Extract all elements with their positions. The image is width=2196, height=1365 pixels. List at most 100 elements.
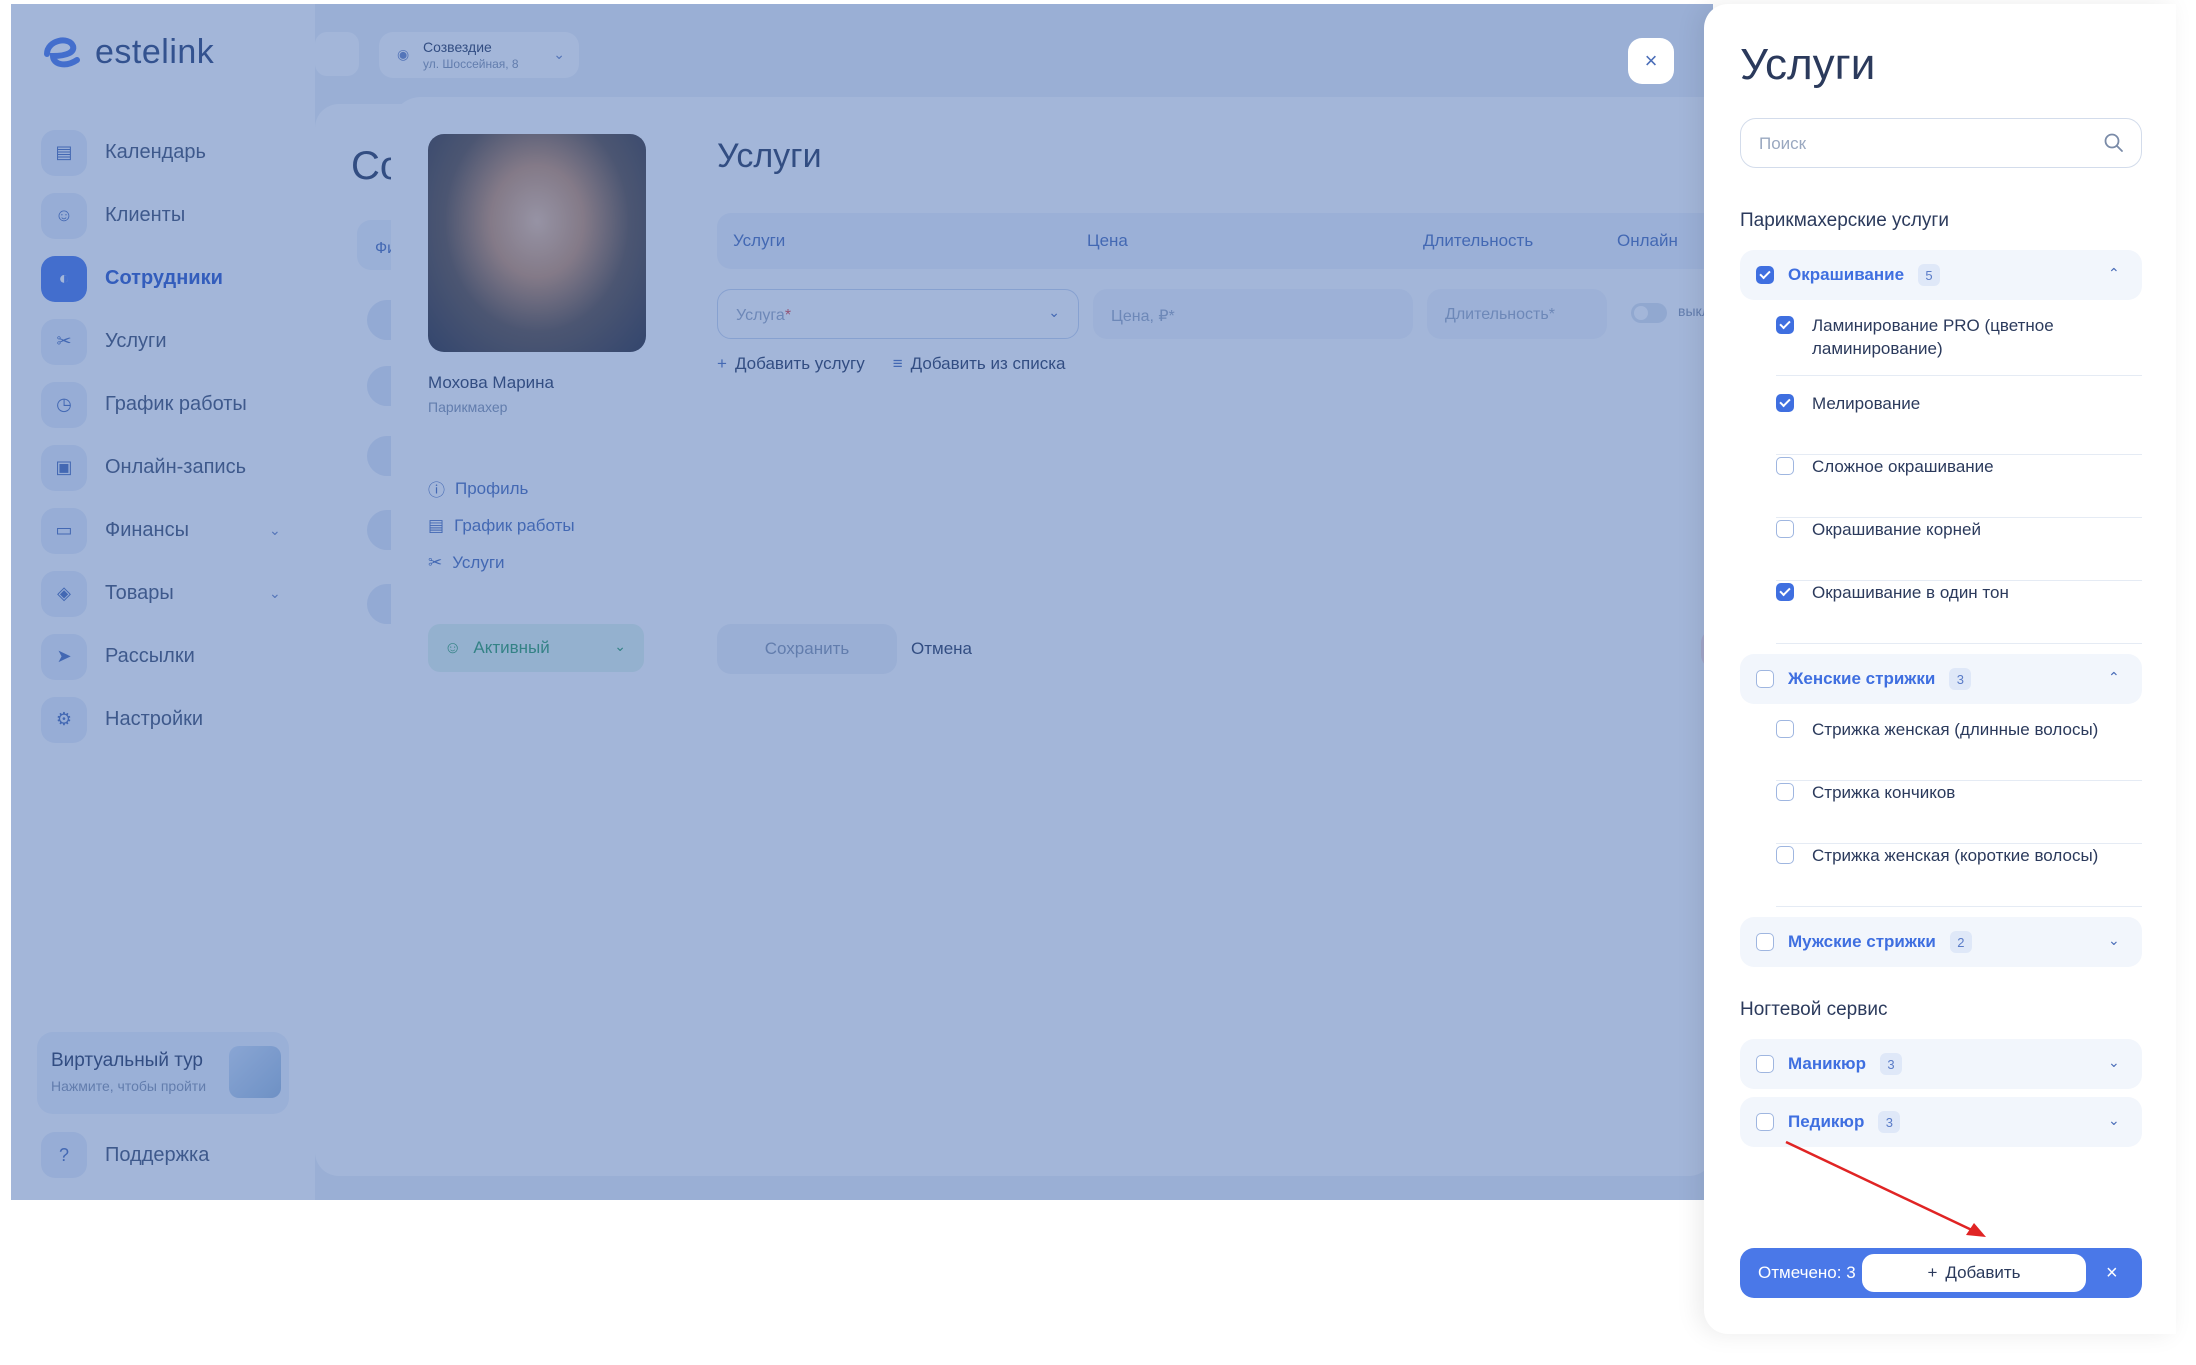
location-selector[interactable]: ◉ Созвездие ул. Шоссейная, 8 ⌄ — [379, 32, 579, 78]
add-button[interactable]: + Добавить — [1862, 1254, 2086, 1292]
services-table-header: Услуги Цена Длительность Онлайн — [717, 213, 1713, 269]
chevron-up-icon[interactable]: ⌃ — [2108, 265, 2124, 281]
menu-toggle-button[interactable] — [315, 32, 359, 76]
service-select[interactable]: Услуга* ⌄ — [717, 289, 1079, 339]
group-checkbox[interactable] — [1756, 1055, 1774, 1073]
sidebar-item[interactable]: ▤ Календарь — [37, 121, 297, 184]
duration-input[interactable]: Длительность* — [1427, 289, 1607, 339]
add-service-label: Добавить услугу — [734, 354, 865, 373]
clear-selection-icon[interactable]: × — [2106, 1262, 2118, 1285]
group-checkbox[interactable] — [1756, 266, 1774, 284]
chevron-down-icon[interactable]: ⌄ — [2108, 932, 2124, 948]
group-label: Маникюр — [1788, 1054, 1866, 1073]
sidebar-item[interactable]: ✂ Услуги — [37, 310, 297, 373]
item-checkbox[interactable] — [1776, 394, 1794, 412]
item-label: Мелирование — [1812, 394, 1921, 413]
service-item[interactable]: Стрижка женская (длинные волосы) — [1776, 718, 2142, 781]
sidebar-item-label: Календарь — [105, 141, 206, 163]
group-label: Педикюр — [1788, 1112, 1865, 1131]
sidebar-item[interactable]: ◈ Товары ⌄ — [37, 562, 297, 625]
close-icon: × — [1644, 48, 1658, 73]
sidebar-item[interactable]: ◐ Сотрудники — [37, 247, 297, 310]
sidebar-item[interactable]: ▣ Онлайн-запись — [37, 436, 297, 499]
group-checkbox[interactable] — [1756, 933, 1774, 951]
sidebar-item[interactable]: ☺ Клиенты — [37, 184, 297, 247]
item-checkbox[interactable] — [1776, 457, 1794, 475]
item-checkbox[interactable] — [1776, 846, 1794, 864]
chevron-down-icon: ⌄ — [269, 584, 281, 601]
item-checkbox[interactable] — [1776, 316, 1794, 334]
logo[interactable]: estelink — [39, 30, 214, 74]
item-checkbox[interactable] — [1776, 720, 1794, 738]
sidebar-item-label: Настройки — [105, 708, 204, 730]
sidebar-item-label: Сотрудники — [105, 267, 223, 289]
toggle-knob — [1634, 306, 1648, 320]
menu-item-services[interactable]: ✂ Услуги — [428, 544, 575, 581]
add-service-link[interactable]: + Добавить услугу — [717, 354, 865, 374]
save-button[interactable]: Сохранить — [717, 624, 897, 674]
menu-item-schedule[interactable]: ▤ График работы — [428, 507, 575, 544]
add-from-list-link[interactable]: ≡ Добавить из списка — [893, 354, 1066, 374]
chevron-down-icon: ⌄ — [553, 46, 565, 62]
add-from-list-label: Добавить из списка — [910, 354, 1066, 373]
count-badge: 2 — [1949, 931, 1972, 953]
service-group[interactable]: Мужские стрижки 2 ⌄ — [1740, 917, 2142, 967]
service-item[interactable]: Стрижка кончиков — [1776, 781, 2142, 844]
status-label: Активный — [473, 638, 550, 657]
item-label: Окрашивание в один тон — [1812, 583, 2009, 602]
sidebar-item-label: Клиенты — [105, 204, 186, 226]
service-group[interactable]: Окрашивание 5 ⌃ — [1740, 250, 2142, 300]
service-group[interactable]: Маникюр 3 ⌄ — [1740, 1039, 2142, 1089]
category-title: Парикмахерские услуги — [1740, 210, 1949, 231]
group-label: Мужские стрижки — [1788, 932, 1936, 951]
sidebar-item[interactable]: ▭ Финансы ⌄ — [37, 499, 297, 562]
group-checkbox[interactable] — [1756, 670, 1774, 688]
support-link[interactable]: ? Поддержка — [41, 1132, 209, 1178]
chevron-down-icon: ⌄ — [1048, 304, 1060, 320]
service-item[interactable]: Окрашивание корней — [1776, 518, 2142, 581]
service-item[interactable]: Мелирование — [1776, 392, 2142, 455]
count-badge: 3 — [1879, 1053, 1902, 1075]
online-toggle[interactable] — [1631, 303, 1667, 323]
status-dropdown[interactable]: ☺ Активный ⌄ — [428, 624, 644, 672]
sidebar-item[interactable]: ➤ Рассылки — [37, 625, 297, 688]
calendar-icon: ▤ — [41, 129, 87, 176]
users-icon: ☺ — [41, 192, 87, 239]
service-item[interactable]: Сложное окрашивание — [1776, 455, 2142, 518]
item-label: Стрижка кончиков — [1812, 783, 1956, 802]
search-input[interactable]: Поиск — [1740, 118, 2142, 168]
plus-icon: + — [1927, 1263, 1938, 1282]
cancel-button[interactable]: Отмена — [911, 639, 972, 659]
help-icon: ? — [41, 1132, 87, 1178]
employee-photo — [428, 134, 646, 352]
scissors-icon: ✂ — [41, 318, 87, 365]
chevron-up-icon[interactable]: ⌃ — [2108, 669, 2124, 685]
virtual-tour-image — [229, 1046, 281, 1098]
user-icon: ◐ — [41, 255, 87, 302]
chevron-down-icon[interactable]: ⌄ — [2108, 1054, 2124, 1070]
service-group[interactable]: Женские стрижки 3 ⌃ — [1740, 654, 2142, 704]
add-links: + Добавить услугу ≡ Добавить из списка — [717, 354, 1066, 374]
menu-item-label: Услуги — [452, 552, 505, 572]
employee-name: Мохова Марина — [428, 373, 554, 392]
list-icon: ≡ — [892, 354, 903, 373]
send-icon: ➤ — [41, 633, 87, 680]
service-item[interactable]: Стрижка женская (короткие волосы) — [1776, 844, 2142, 907]
sidebar-item[interactable]: ⚙ Настройки — [37, 688, 297, 751]
menu-item-profile[interactable]: ⓘ Профиль — [428, 470, 575, 507]
sidebar-item[interactable]: ◷ График работы — [37, 373, 297, 436]
scissors-icon: ✂ — [428, 552, 443, 572]
clock-icon: ◷ — [41, 381, 87, 428]
service-item[interactable]: Окрашивание в один тон — [1776, 581, 2142, 644]
item-checkbox[interactable] — [1776, 783, 1794, 801]
app-window: estelink ▤ Календарь ☺ Клиенты ◐ Сотрудники ✂ У… — [11, 4, 1713, 1200]
box-icon: ◈ — [41, 570, 87, 617]
group-checkbox[interactable] — [1756, 1113, 1774, 1131]
service-item[interactable]: Ламинирование PRO (цветное ламинирование… — [1776, 314, 2142, 376]
item-checkbox[interactable] — [1776, 520, 1794, 538]
chevron-down-icon[interactable]: ⌄ — [2108, 1112, 2124, 1128]
item-checkbox[interactable] — [1776, 583, 1794, 601]
virtual-tour-card[interactable]: Виртуальный тур Нажмите, чтобы пройти — [37, 1032, 289, 1114]
price-input[interactable]: Цена, ₽* — [1093, 289, 1413, 339]
close-modal-button[interactable]: × — [1628, 38, 1674, 84]
